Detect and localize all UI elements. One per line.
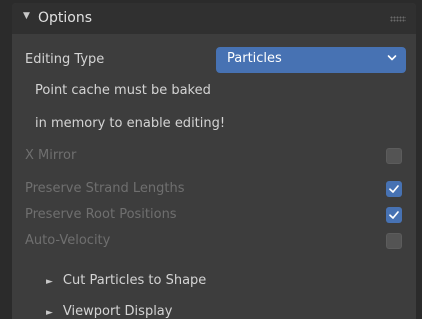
preserve-strand-lengths-label: Preserve Strand Lengths: [25, 181, 185, 196]
preserve-root-positions-label: Preserve Root Positions: [25, 207, 177, 222]
subpanel-viewport-display[interactable]: ► Viewport Display: [46, 304, 172, 319]
auto-velocity-checkbox[interactable]: [386, 233, 402, 249]
info-text-line-2: in memory to enable editing!: [35, 116, 226, 131]
x-mirror-label: X Mirror: [25, 148, 77, 163]
chevron-down-icon: [387, 51, 397, 68]
subpanel-label: Cut Particles to Shape: [62, 273, 207, 288]
checkmark-icon: [389, 211, 399, 219]
options-panel: ▼ Options Editing Type Particles Point c…: [12, 3, 416, 319]
subpanel-cut-particles-to-shape[interactable]: ► Cut Particles to Shape: [46, 273, 206, 288]
info-text-line-1: Point cache must be baked: [35, 83, 211, 98]
preserve-strand-lengths-checkbox[interactable]: [386, 181, 402, 197]
auto-velocity-label: Auto-Velocity: [25, 233, 111, 248]
editing-type-value: Particles: [227, 51, 282, 66]
editing-type-dropdown[interactable]: Particles: [216, 47, 406, 73]
x-mirror-checkbox[interactable]: [386, 148, 402, 164]
collapse-triangle-icon[interactable]: ▼: [23, 11, 30, 21]
subpanel-label: Viewport Display: [62, 304, 173, 319]
editing-type-label: Editing Type: [25, 52, 105, 67]
expand-triangle-icon: ►: [46, 277, 53, 287]
checkmark-icon: [389, 185, 399, 193]
expand-triangle-icon: ►: [46, 308, 53, 318]
preserve-root-positions-checkbox[interactable]: [386, 207, 402, 223]
options-panel-header[interactable]: ▼ Options: [12, 3, 416, 34]
drag-grip-icon[interactable]: [390, 16, 406, 22]
panel-title: Options: [38, 10, 93, 26]
